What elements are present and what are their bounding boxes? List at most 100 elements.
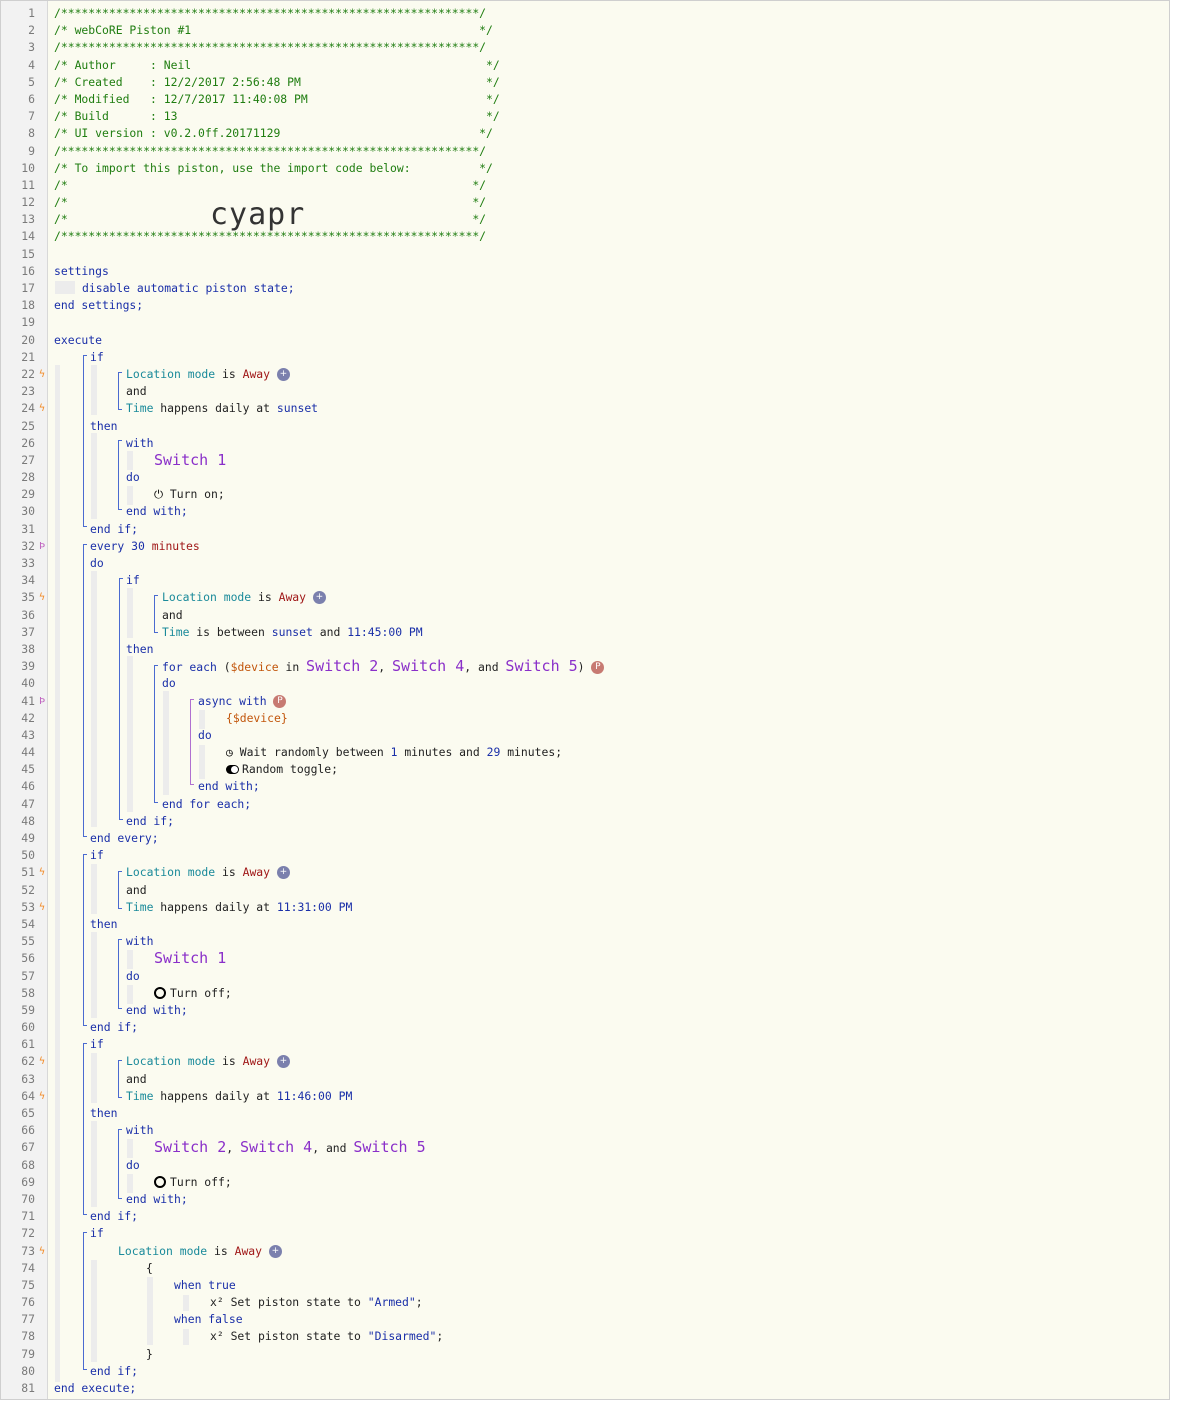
line-number: 11 xyxy=(21,177,35,192)
condition-time: Time xyxy=(126,899,154,914)
comment-border: /***************************************… xyxy=(54,143,487,158)
do-keyword: do xyxy=(162,676,176,691)
add-condition-icon[interactable]: + xyxy=(268,1244,282,1258)
and-word: and xyxy=(319,624,341,639)
code-line: 25 then xyxy=(1,418,1169,435)
comment-import-note: /* To import this piston, use the import… xyxy=(54,160,493,175)
code-line: 63 and xyxy=(1,1071,1169,1088)
line-number: 10 xyxy=(21,160,35,175)
line-number: 69 xyxy=(21,1174,35,1189)
code-line: 2 /* webCoRE Piston #1 */ xyxy=(1,22,1169,39)
add-condition-icon[interactable]: + xyxy=(276,1055,290,1069)
value-away: Away xyxy=(278,590,307,605)
code-line: 5 /* Created : 12/2/2017 2:56:48 PM */ xyxy=(1,74,1169,91)
then-keyword: then xyxy=(126,641,154,656)
device-switch-4[interactable]: Switch 4 xyxy=(392,657,464,675)
line-number: 53 xyxy=(21,899,35,914)
code-line: 71 end if; xyxy=(1,1208,1169,1225)
trigger-bolt-icon: ϟ xyxy=(39,901,46,913)
line-number: 22 xyxy=(21,366,35,381)
line-number: 78 xyxy=(21,1329,35,1344)
line-number: 81 xyxy=(21,1381,35,1395)
device-switch-5[interactable]: Switch 5 xyxy=(353,1138,425,1156)
and-word: and xyxy=(325,1141,347,1156)
trigger-bolt-icon: ϟ xyxy=(39,403,46,415)
subscription-p-icon: Þ xyxy=(39,695,46,707)
line-number: 57 xyxy=(21,968,35,983)
code-line: 55 with xyxy=(1,933,1169,950)
execute-keyword: execute xyxy=(54,332,103,347)
line-number: 64 xyxy=(21,1088,35,1103)
x2-icon: x² xyxy=(210,1329,224,1344)
state-disarmed: "Disarmed" xyxy=(367,1329,437,1344)
device-switch-4[interactable]: Switch 4 xyxy=(240,1138,312,1156)
trigger-bolt-icon: ϟ xyxy=(39,867,46,879)
action-set-state: Set piston state to xyxy=(230,1295,361,1310)
code-line: 57 do xyxy=(1,968,1169,985)
and-keyword: and xyxy=(162,607,183,622)
device-switch-2[interactable]: Switch 2 xyxy=(306,657,378,675)
parallel-p-icon[interactable]: P xyxy=(591,661,605,675)
line-number: 35 xyxy=(21,590,35,605)
line-number: 15 xyxy=(21,246,35,261)
device-switch-5[interactable]: Switch 5 xyxy=(505,657,577,675)
end-every: end every; xyxy=(90,831,159,845)
condition-time: Time xyxy=(126,1088,154,1103)
var-device-braced: {$device} xyxy=(226,710,288,725)
line-number: 58 xyxy=(21,985,35,1000)
line-number: 70 xyxy=(21,1191,35,1206)
code-line: 42 {$device} xyxy=(1,710,1169,727)
every-interval: 30 xyxy=(131,538,145,553)
with-keyword: with xyxy=(126,1123,154,1138)
line-number: 9 xyxy=(28,143,35,158)
parallel-p-icon[interactable]: P xyxy=(273,694,287,708)
code-line: 1 /**************************************… xyxy=(1,5,1169,22)
code-line: 40 do xyxy=(1,675,1169,692)
action-turn-off: Turn off; xyxy=(170,1174,232,1189)
action-random-toggle: Random toggle; xyxy=(242,762,339,777)
code-lines: 1 /**************************************… xyxy=(1,5,1169,1397)
condition-location-mode: Location mode xyxy=(118,1243,208,1258)
end-execute: end execute; xyxy=(54,1381,137,1395)
add-condition-icon[interactable]: + xyxy=(312,591,326,605)
line-number: 51 xyxy=(21,865,35,880)
comma: , xyxy=(312,1141,320,1156)
op-is-between: is between xyxy=(196,624,265,639)
line-number: 60 xyxy=(21,1020,35,1035)
line-number: 2 xyxy=(28,23,35,38)
code-line: 58 Turn off; xyxy=(1,985,1169,1002)
line-number: 49 xyxy=(21,831,35,845)
code-line: 49 end every; xyxy=(1,830,1169,847)
condition-time: Time xyxy=(126,401,154,416)
line-number: 47 xyxy=(21,796,35,811)
device-switch-1[interactable]: Switch 1 xyxy=(154,451,226,469)
code-line: 66 with xyxy=(1,1122,1169,1139)
device-switch-2[interactable]: Switch 2 xyxy=(154,1138,226,1156)
code-line: 68 do xyxy=(1,1157,1169,1174)
code-line: 24 ϟ Time happens daily at sunset xyxy=(1,400,1169,417)
op-is: is xyxy=(214,1243,228,1258)
end-with: end with; xyxy=(126,1191,188,1206)
code-line: 18 end settings; xyxy=(1,297,1169,314)
code-line: 77 when false xyxy=(1,1311,1169,1328)
line-number: 5 xyxy=(28,74,35,89)
end-if: end if; xyxy=(90,1363,139,1378)
op-is: is xyxy=(222,366,236,381)
if-keyword: if xyxy=(90,1226,104,1241)
wait-max: 29 xyxy=(486,745,501,760)
device-switch-1[interactable]: Switch 1 xyxy=(154,949,226,967)
end-if: end if; xyxy=(90,1209,139,1224)
add-condition-icon[interactable]: + xyxy=(276,866,290,880)
code-line: 53 ϟ Time happens daily at 11:31:00 PM xyxy=(1,899,1169,916)
add-condition-icon[interactable]: + xyxy=(276,367,290,381)
line-number: 40 xyxy=(21,676,35,691)
code-line: 56 Switch 1 xyxy=(1,950,1169,967)
line-number: 27 xyxy=(21,452,35,467)
line-number: 17 xyxy=(21,281,35,295)
code-line: 43 do xyxy=(1,727,1169,744)
code-line: 41 Þasync with P xyxy=(1,693,1169,710)
line-number: 50 xyxy=(21,848,35,863)
line-number: 62 xyxy=(21,1054,35,1069)
value-time-1145: 11:45:00 PM xyxy=(347,624,423,639)
op-is: is xyxy=(258,590,272,605)
